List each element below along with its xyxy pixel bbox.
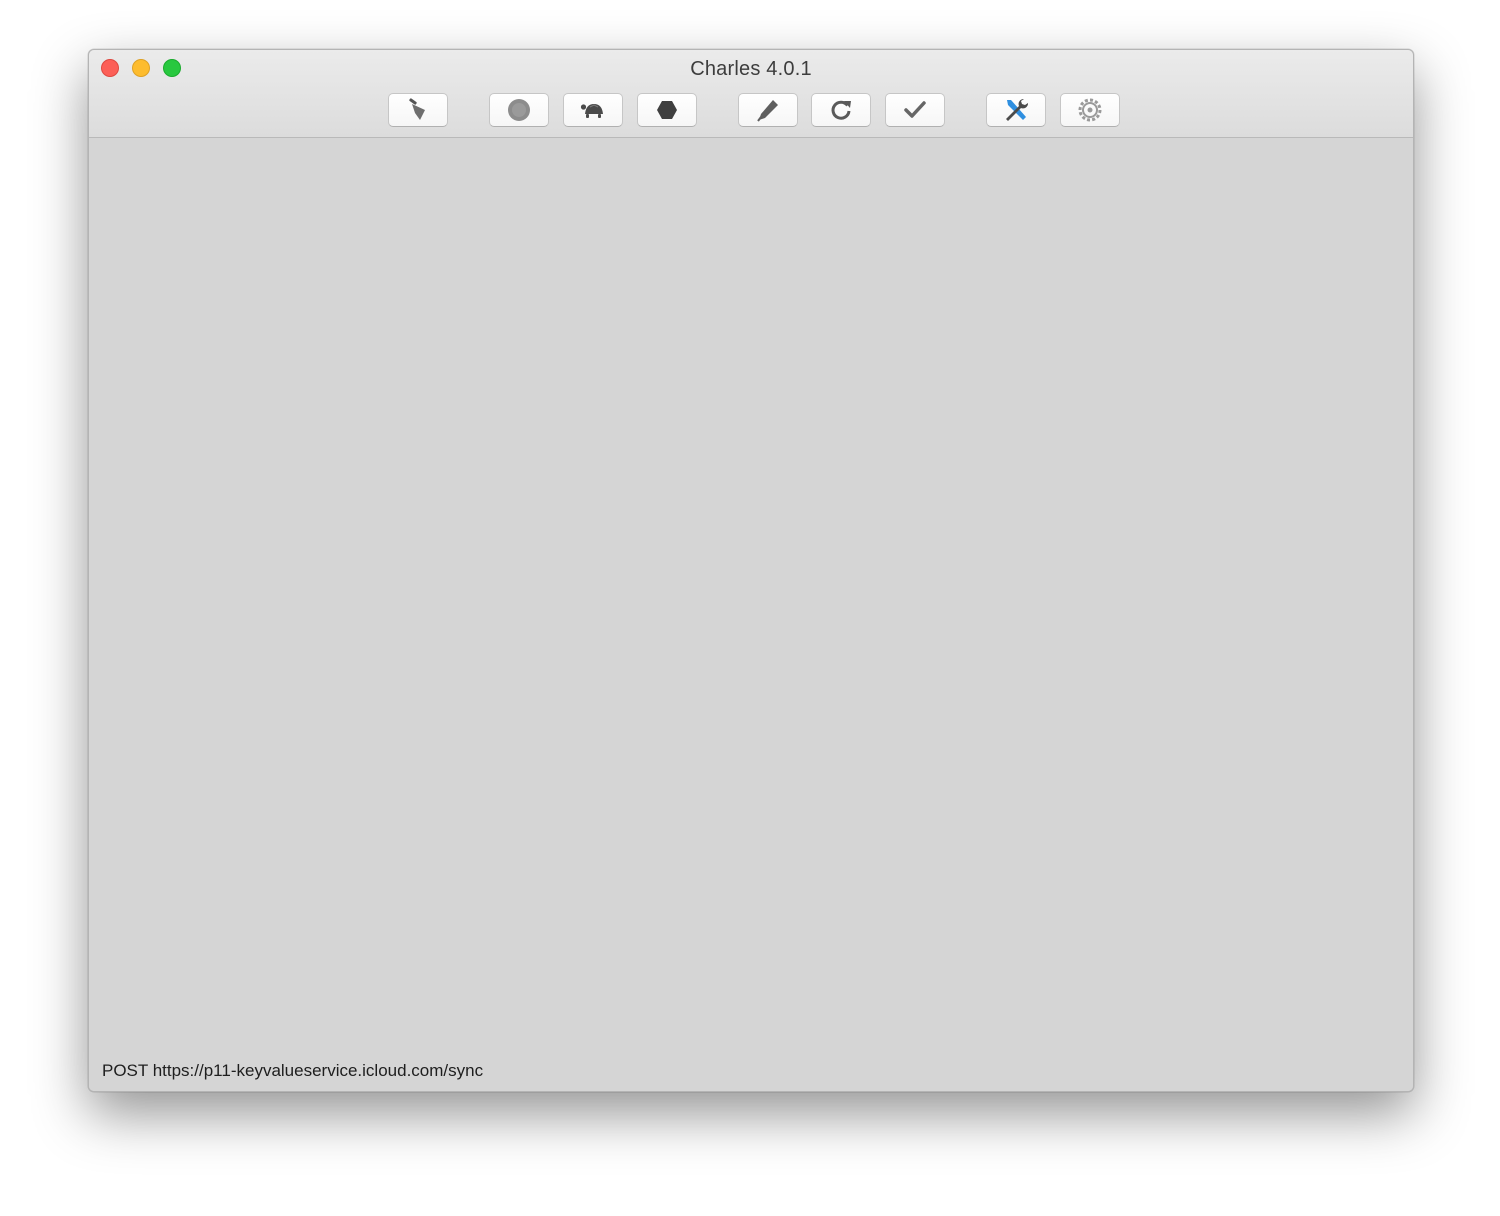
record-button[interactable] <box>489 93 549 127</box>
checkmark-icon <box>902 97 928 123</box>
tools-icon <box>1002 96 1030 124</box>
breakpoints-button[interactable] <box>637 93 697 127</box>
pen-icon <box>755 97 781 123</box>
window-title: Charles 4.0.1 <box>690 58 812 80</box>
broom-icon <box>405 97 431 123</box>
title-bar: Charles 4.0.1 <box>89 50 1413 138</box>
status-bar-text: POST https://p11-keyvalueservice.icloud.… <box>102 1061 484 1080</box>
tools-button[interactable] <box>986 93 1046 127</box>
hexagon-stop-icon <box>655 98 679 122</box>
gear-icon <box>1077 97 1103 123</box>
refresh-icon <box>828 97 854 123</box>
compose-button[interactable] <box>738 93 798 127</box>
record-icon <box>506 97 532 123</box>
repeat-button[interactable] <box>811 93 871 127</box>
validate-button[interactable] <box>885 93 945 127</box>
turtle-icon <box>579 99 607 121</box>
main-content-area <box>89 138 1413 1091</box>
clear-session-button[interactable] <box>388 93 448 127</box>
throttle-button[interactable] <box>563 93 623 127</box>
charles-window: Charles 4.0.1 POST https://p11-keyvalues… <box>88 49 1414 1092</box>
settings-button[interactable] <box>1060 93 1120 127</box>
